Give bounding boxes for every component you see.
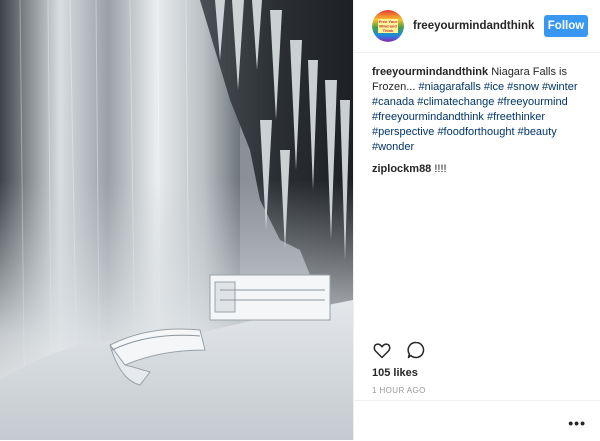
hashtag-link[interactable]: #niagarafalls [418,81,480,93]
comment-icon[interactable] [406,340,428,362]
comment: ziplockm88 !!!! [372,162,586,177]
hashtag-link[interactable]: #ice [484,81,504,93]
follow-button[interactable]: Follow [544,15,588,37]
header-username[interactable]: freeyourmindandthink [413,20,544,32]
hashtag-link[interactable]: #freethinker [487,111,545,123]
hashtag-link[interactable]: #freeyourmind [497,96,567,108]
hashtag-link[interactable]: #freeyourmindandthink [372,111,484,123]
comment-username[interactable]: ziplockm88 [372,163,431,175]
hashtag-link[interactable]: #winter [542,81,577,93]
comment: freeyourmindandthink Niagara Falls is Fr… [372,65,586,155]
hashtag-link[interactable]: #foodforthought [437,126,514,138]
hashtag-link[interactable]: #canada [372,96,414,108]
hashtag-link[interactable]: #climatechange [417,96,494,108]
post-header: Free Your Mind and Think freeyourmindand… [354,0,600,53]
avatar[interactable]: Free Your Mind and Think [372,10,404,42]
svg-text:Think: Think [383,28,394,33]
comment-footer: ••• [354,400,600,441]
timestamp[interactable]: 1 HOUR AGO [372,386,426,395]
instagram-post: Free Your Mind and Think freeyourmindand… [0,0,600,440]
frozen-falls-image [0,0,353,440]
ellipsis-icon[interactable]: ••• [568,415,586,431]
comment-text: !!!! [434,163,447,175]
hashtag-link[interactable]: #wonder [372,141,414,153]
comment-username[interactable]: freeyourmindandthink [372,66,488,78]
hashtag-link[interactable]: #beauty [518,126,557,138]
comments-list: freeyourmindandthink Niagara Falls is Fr… [354,53,600,177]
heart-icon[interactable] [372,340,394,362]
action-bar [372,340,428,362]
post-photo[interactable] [0,0,353,440]
likes-count[interactable]: 105 likes [372,367,418,379]
post-sidebar: Free Your Mind and Think freeyourmindand… [353,0,600,440]
hashtag-link[interactable]: #snow [507,81,539,93]
hashtag-link[interactable]: #perspective [372,126,434,138]
avatar-logo-icon: Free Your Mind and Think [372,10,404,42]
